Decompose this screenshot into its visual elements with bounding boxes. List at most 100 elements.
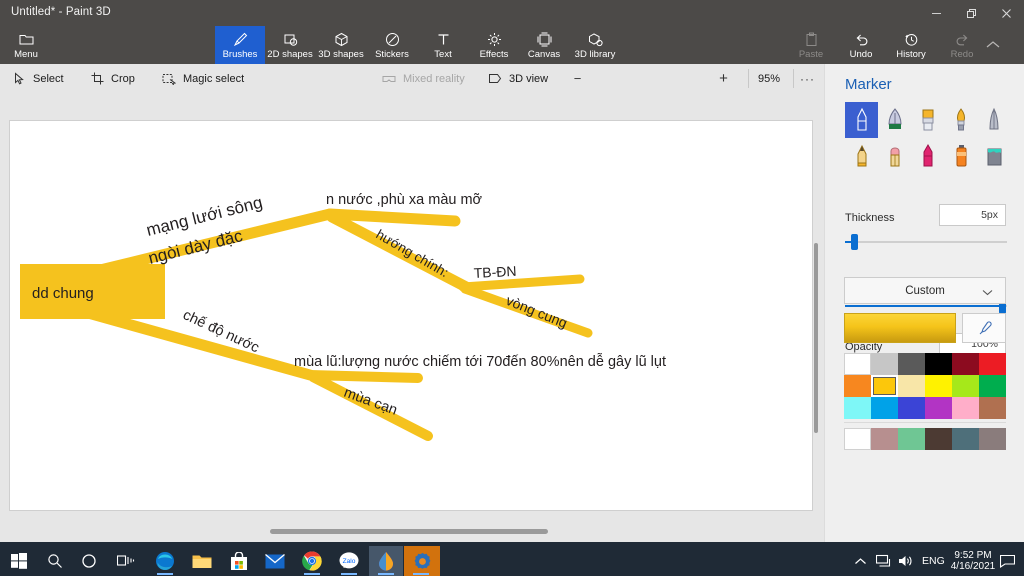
ribbon-undo[interactable]: Undo [836,26,886,64]
swatch-5[interactable] [979,353,1006,375]
brush-pencil[interactable] [845,138,878,174]
swatch-4[interactable] [952,353,979,375]
brush-fill-bucket[interactable] [978,138,1011,174]
chevron-up-icon [855,557,866,564]
eyedropper-button[interactable] [962,313,1006,343]
ribbon-collapse-button[interactable] [985,37,1001,55]
chrome-icon [302,551,322,571]
swatch-17[interactable] [979,397,1006,419]
ribbon-2d-shapes[interactable]: 2D shapes [265,26,315,64]
brush-marker[interactable] [845,102,879,138]
swatch-12[interactable] [844,397,871,419]
swatch-14[interactable] [898,397,925,419]
network-button[interactable] [876,546,892,576]
zoom-out-button[interactable]: − [570,71,585,86]
brush-crayon[interactable] [911,138,944,174]
select-tool-label: Select [33,72,64,85]
swatch-16[interactable] [952,397,979,419]
3d-view-tool[interactable]: 3D view [481,64,555,93]
brush-spray-can[interactable] [945,138,978,174]
swatch-1[interactable] [871,353,898,375]
swatch-6[interactable] [844,375,871,397]
zalo-app[interactable]: Zalo [332,546,366,576]
overflow-menu-button[interactable]: ··· [800,64,815,93]
ribbon-stickers[interactable]: Stickers [367,26,417,64]
ribbon-text-label: Text [434,48,452,60]
action-center-button[interactable] [1000,546,1015,576]
tray-chevron-button[interactable] [854,546,867,576]
recent-swatch-4[interactable] [952,428,979,450]
brush-oil[interactable] [911,102,944,138]
svg-text:Zalo: Zalo [343,558,356,565]
swatch-11[interactable] [979,375,1006,397]
window-controls [919,0,1024,26]
ribbon-canvas[interactable]: Canvas [519,26,569,64]
ribbon-history-label: History [896,48,926,60]
start-button[interactable] [2,546,36,576]
3d-library-icon [588,31,603,48]
zoom-in-button[interactable]: + [716,70,731,87]
mail-app[interactable] [258,546,292,576]
thickness-slider-track[interactable] [845,241,1007,243]
ribbon-history[interactable]: History [886,26,936,64]
paint3d-app[interactable] [369,546,403,576]
task-view-button[interactable] [109,546,143,576]
ribbon-text[interactable]: Text [418,26,468,64]
canvas-vertical-scrollbar[interactable] [814,243,818,433]
cortana-button[interactable] [72,546,106,576]
restore-button[interactable] [954,0,989,26]
swatch-3[interactable] [925,353,952,375]
close-button[interactable] [989,0,1024,26]
paint3d-window: Untitled* - Paint 3D Menu Brushes 2D sha… [0,0,1024,576]
current-color-swatch[interactable] [844,313,956,343]
ribbon-brushes-label: Brushes [222,48,258,60]
recent-swatch-3[interactable] [925,428,952,450]
canvas-horizontal-scrollbar[interactable] [270,529,548,534]
crop-tool[interactable]: Crop [84,64,142,93]
ribbon-menu[interactable]: Menu [4,26,48,64]
select-tool[interactable]: Select [6,64,71,93]
ribbon-effects[interactable]: Effects [469,26,519,64]
file-explorer-app[interactable] [185,546,219,576]
ribbon-3d-library[interactable]: 3D library [570,26,620,64]
brush-watercolor[interactable] [945,102,978,138]
thickness-slider-knob[interactable] [851,234,858,250]
mixed-reality-tool[interactable]: Mixed reality [375,64,472,93]
drawing-canvas[interactable]: dd chung mạng lưới sông ngòi dày đặc n n… [10,121,812,510]
ribbon-brushes[interactable]: Brushes [215,26,265,64]
swatch-9[interactable] [925,375,952,397]
magic-select-tool[interactable]: Magic select [155,64,251,93]
recent-swatch-0[interactable] [844,428,871,450]
volume-button[interactable] [898,546,914,576]
swatch-0[interactable] [844,353,871,375]
cursor-arrow-icon [13,72,26,85]
brush-eraser[interactable] [878,138,911,174]
gear-blue-icon [414,552,430,569]
thickness-value[interactable]: 5px [939,204,1006,226]
brush-pixel-pen[interactable] [978,102,1011,138]
microsoft-store-app[interactable] [222,546,256,576]
minimize-button[interactable] [919,0,954,26]
swatch-15[interactable] [925,397,952,419]
recent-swatch-2[interactable] [898,428,925,450]
ribbon-3d-shapes[interactable]: 3D shapes [316,26,366,64]
swatch-10[interactable] [952,375,979,397]
swatch-2[interactable] [898,353,925,375]
swatch-7[interactable] [871,375,898,397]
chrome-app[interactable] [295,546,329,576]
search-button[interactable] [38,546,72,576]
crop-tool-label: Crop [111,72,135,85]
settings-app[interactable] [404,546,440,576]
language-indicator[interactable]: ENG [922,546,945,576]
color-mode-label: Custom [905,284,945,297]
clock[interactable]: 9:52 PM 4/16/2021 [946,546,1000,576]
recent-swatch-5[interactable] [979,428,1006,450]
edge-app[interactable] [148,546,182,576]
ribbon-redo[interactable]: Redo [937,26,987,64]
ribbon-paste[interactable]: Paste [786,26,836,64]
brush-calligraphy-pen[interactable] [878,102,911,138]
recent-swatch-1[interactable] [871,428,898,450]
swatch-8[interactable] [898,375,925,397]
swatch-13[interactable] [871,397,898,419]
color-mode-dropdown[interactable]: Custom [844,277,1006,304]
